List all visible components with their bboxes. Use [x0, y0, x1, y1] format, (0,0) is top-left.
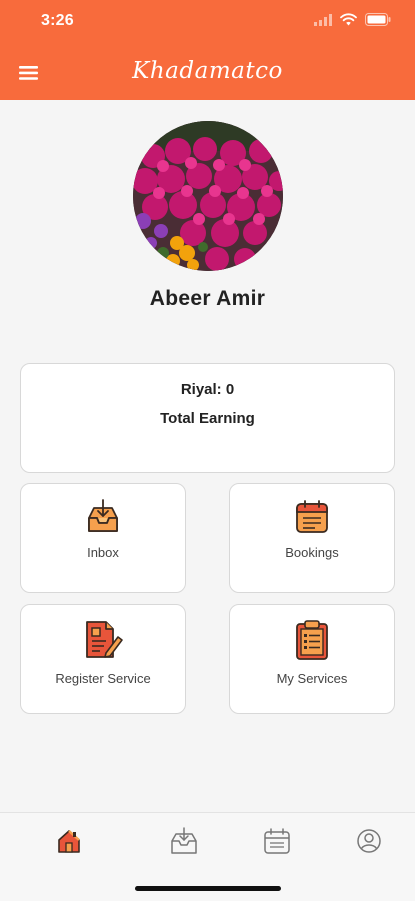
- tile-my-services[interactable]: My Services: [229, 604, 395, 714]
- tile-inbox-label: Inbox: [87, 545, 119, 560]
- tab-bookings[interactable]: [259, 823, 295, 859]
- tile-bookings-label: Bookings: [285, 545, 339, 560]
- tile-bookings[interactable]: Bookings: [229, 483, 395, 593]
- battery-icon: [365, 13, 391, 26]
- home-icon: [58, 830, 80, 853]
- inbox-download-icon: [88, 499, 118, 532]
- profile-avatar[interactable]: [133, 121, 283, 271]
- status-icons: [314, 13, 391, 26]
- user-icon: [357, 829, 381, 853]
- inbox-icon: [171, 827, 197, 854]
- profile-name: Abeer Amir: [149, 287, 266, 310]
- home-indicator: [135, 886, 281, 891]
- total-earning-label: Total Earning: [160, 410, 255, 427]
- tile-inbox[interactable]: Inbox: [20, 483, 186, 593]
- document-edit-icon: [86, 621, 123, 658]
- tile-my-services-label: My Services: [276, 671, 348, 686]
- app-title: Khadamatco: [132, 58, 283, 84]
- tab-inbox[interactable]: [166, 823, 202, 859]
- clipboard-list-icon: [296, 620, 328, 660]
- wifi-icon: [340, 13, 357, 26]
- tile-register-service-label: Register Service: [55, 671, 151, 686]
- signal-icon: [314, 13, 332, 26]
- earnings-card: Riyal: 0 Total Earning: [20, 363, 395, 473]
- calendar-icon: [264, 828, 290, 854]
- tab-home[interactable]: [51, 823, 87, 859]
- tab-profile[interactable]: [351, 823, 387, 859]
- riyal-value: Riyal: 0: [180, 381, 235, 398]
- calendar-icon: [296, 500, 328, 533]
- status-time: 3:26: [41, 12, 74, 29]
- tile-register-service[interactable]: Register Service: [20, 604, 186, 714]
- app-header: 3:26 Khadamatco: [0, 0, 415, 100]
